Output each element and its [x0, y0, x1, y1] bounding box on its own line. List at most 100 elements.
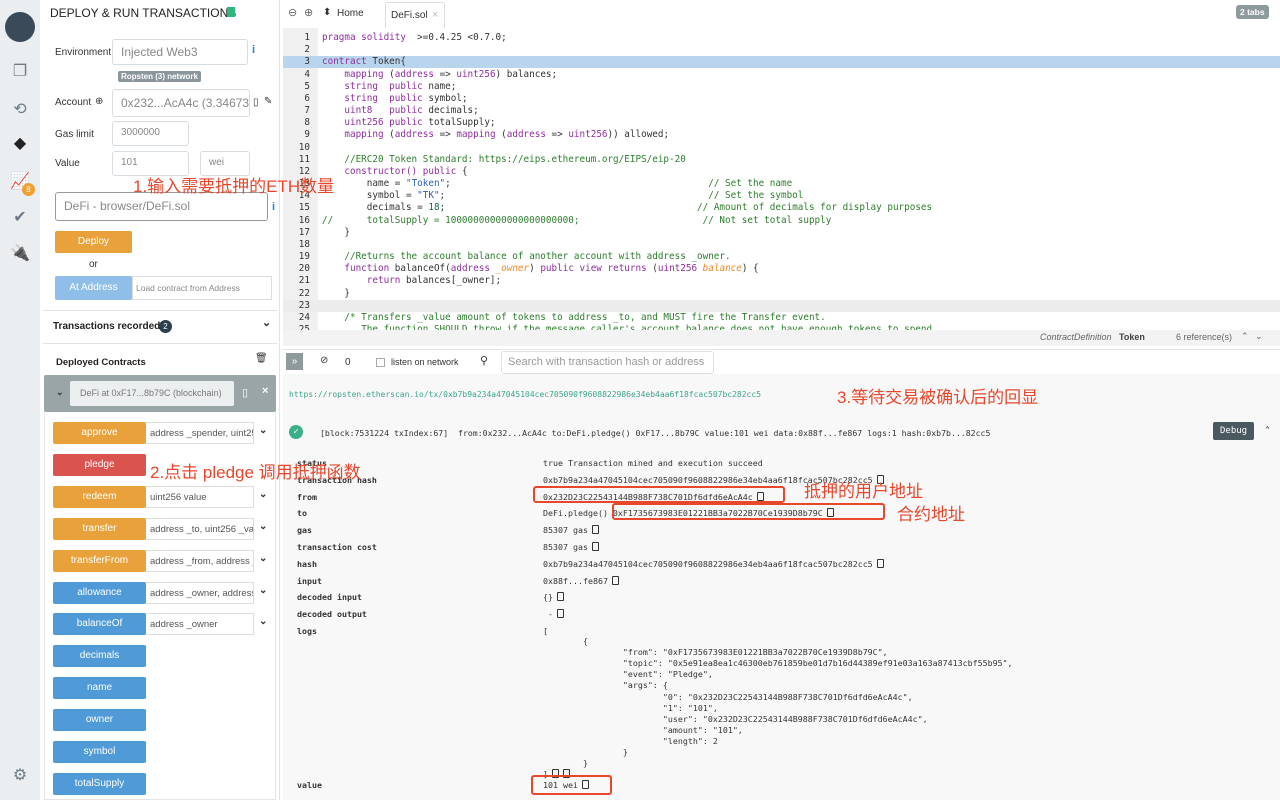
- close-icon[interactable]: ×: [262, 385, 268, 397]
- tx-detail-key: gas: [297, 525, 312, 536]
- function-button-decimals[interactable]: decimals: [53, 645, 146, 668]
- function-input-redeem[interactable]: uint256 value: [146, 485, 254, 508]
- info-icon[interactable]: i: [252, 44, 255, 56]
- chevron-down-icon[interactable]: ⌄: [259, 585, 267, 596]
- tab-defi-sol[interactable]: DeFi.sol ×: [385, 2, 445, 28]
- function-input-approve[interactable]: address _spender, uint256: [146, 422, 254, 444]
- gas-limit-input[interactable]: 3000000: [112, 121, 189, 146]
- log-line: {: [543, 636, 588, 646]
- function-input-balanceOf[interactable]: address _owner: [146, 613, 254, 636]
- docs-icon[interactable]: [227, 7, 235, 17]
- remix-logo-icon[interactable]: [5, 12, 35, 42]
- clear-icon[interactable]: ⊘: [320, 355, 328, 366]
- function-button-owner[interactable]: owner: [53, 709, 146, 732]
- file-explorer-icon[interactable]: ❐: [10, 62, 30, 82]
- chevron-down-icon[interactable]: ⌄: [259, 553, 267, 564]
- copy-icon[interactable]: [591, 542, 599, 551]
- function-input-transferFrom[interactable]: address _from, address _to: [146, 549, 254, 572]
- debug-button[interactable]: Debug: [1213, 422, 1255, 440]
- transactions-recorded-label[interactable]: Transactions recorded:: [53, 321, 164, 332]
- copy-icon[interactable]: [557, 592, 564, 602]
- etherscan-link[interactable]: https://ropsten.etherscan.io/tx/0xb7b9a2…: [289, 390, 761, 399]
- code-token: uint256 public: [344, 117, 423, 129]
- edit-icon[interactable]: ✎: [264, 96, 272, 107]
- code-token: }: [322, 287, 350, 299]
- function-input-allowance[interactable]: address _owner, address _s: [146, 581, 254, 604]
- function-button-symbol[interactable]: symbol: [53, 741, 146, 763]
- chevron-down-icon[interactable]: ⌄: [259, 425, 267, 436]
- chevron-up-icon[interactable]: ⌃: [1241, 331, 1249, 342]
- tx-detail-text: true Transaction mined and execution suc…: [543, 458, 763, 468]
- terminal-search-input[interactable]: Search with transaction hash or address: [501, 351, 714, 374]
- log-line: "length": 2: [543, 735, 718, 746]
- settings-icon[interactable]: ⚙: [10, 766, 30, 786]
- add-account-icon[interactable]: ⊕: [95, 96, 103, 107]
- tx-detail-value: {}: [543, 592, 564, 602]
- tx-detail-value: 0x88f...fe867: [543, 575, 619, 586]
- chevron-down-icon[interactable]: ⌄: [56, 387, 64, 398]
- contract-info-icon[interactable]: i: [272, 201, 275, 213]
- copy-icon[interactable]: [611, 575, 619, 585]
- code-token: pragma solidity: [322, 32, 406, 43]
- function-button-name[interactable]: name: [53, 677, 146, 700]
- chevron-down-icon[interactable]: ⌄: [259, 521, 267, 532]
- chevron-down-icon[interactable]: ⌄: [262, 316, 271, 329]
- listen-checkbox[interactable]: [376, 358, 385, 367]
- function-button-balanceOf[interactable]: balanceOf: [53, 613, 146, 636]
- copy-address-icon[interactable]: ▯: [242, 386, 248, 399]
- environment-select[interactable]: Injected Web3: [112, 39, 248, 65]
- code-token: name =: [322, 178, 406, 190]
- copy-account-icon[interactable]: ▯: [253, 97, 259, 108]
- account-select[interactable]: 0x232...AcA4c (3.34673: [112, 89, 250, 117]
- references-count[interactable]: 6 reference(s): [1176, 332, 1232, 342]
- function-button-transfer[interactable]: transfer: [53, 517, 146, 540]
- close-tab-icon[interactable]: ×: [432, 9, 438, 21]
- code-token: {: [456, 165, 468, 177]
- function-input-transfer[interactable]: address _to, uint256 _value: [146, 517, 254, 540]
- highlight-value: [531, 775, 612, 795]
- code-token: "TK": [417, 190, 440, 202]
- code-token: ;: [445, 178, 709, 190]
- line-number: 16: [298, 214, 310, 226]
- log-line: "args": {: [543, 680, 668, 691]
- contract-instance-header[interactable]: ⌄ DeFi at 0xF17...8b79C (blockchain) ▯ ×: [44, 375, 276, 412]
- test-icon[interactable]: ✔: [10, 208, 30, 228]
- function-button-transferFrom[interactable]: transferFrom: [53, 549, 146, 572]
- tx-detail-key: transaction cost: [297, 542, 377, 552]
- chevron-up-icon[interactable]: ⌃: [1265, 424, 1270, 434]
- code-token: }: [322, 226, 350, 238]
- code-token: public view returns: [540, 263, 647, 275]
- function-button-allowance[interactable]: allowance: [53, 581, 146, 604]
- copy-icon[interactable]: [591, 525, 599, 535]
- tx-summary[interactable]: [block:7531224 txIndex:67] from:0x232...…: [320, 428, 990, 438]
- code-token: //Returns the account balance of another…: [344, 251, 731, 263]
- line-number: 21: [298, 275, 310, 287]
- trash-icon[interactable]: 🗑: [255, 353, 268, 364]
- function-button-totalSupply[interactable]: totalSupply: [53, 772, 146, 795]
- collapse-terminal-icon[interactable]: »: [286, 353, 303, 370]
- at-address-button[interactable]: At Address: [55, 276, 132, 300]
- function-button-redeem[interactable]: redeem: [53, 485, 146, 508]
- function-button-approve[interactable]: approve: [53, 422, 146, 444]
- copy-icon[interactable]: [876, 558, 884, 568]
- home-icon: ⬍: [323, 7, 332, 18]
- code-token: address: [450, 263, 490, 275]
- deploy-run-icon[interactable]: ◆: [10, 134, 30, 154]
- at-address-input[interactable]: Load contract from Address: [132, 276, 272, 300]
- plugin-icon[interactable]: 🔌: [10, 244, 30, 264]
- chevron-down-icon[interactable]: ⌄: [259, 616, 267, 627]
- code-editor[interactable]: 1 pragma solidity >=0.4.25 <0.7.0; 2 3 contr…: [283, 28, 1280, 335]
- function-button-pledge[interactable]: pledge: [53, 453, 146, 476]
- zoom-out-icon[interactable]: ⊖: [288, 6, 297, 19]
- tx-detail-key: decoded output: [297, 609, 367, 620]
- copy-icon[interactable]: [557, 609, 564, 619]
- tabs-count-button[interactable]: 2 tabs: [1236, 5, 1269, 19]
- zoom-in-icon[interactable]: ⊕: [304, 6, 313, 19]
- chevron-down-icon[interactable]: ⌄: [259, 489, 267, 500]
- tab-home[interactable]: Home: [337, 8, 364, 19]
- compiler-icon[interactable]: ⟲: [10, 100, 30, 120]
- deploy-button[interactable]: Deploy: [55, 231, 132, 253]
- chevron-down-icon[interactable]: ⌄: [1255, 331, 1263, 342]
